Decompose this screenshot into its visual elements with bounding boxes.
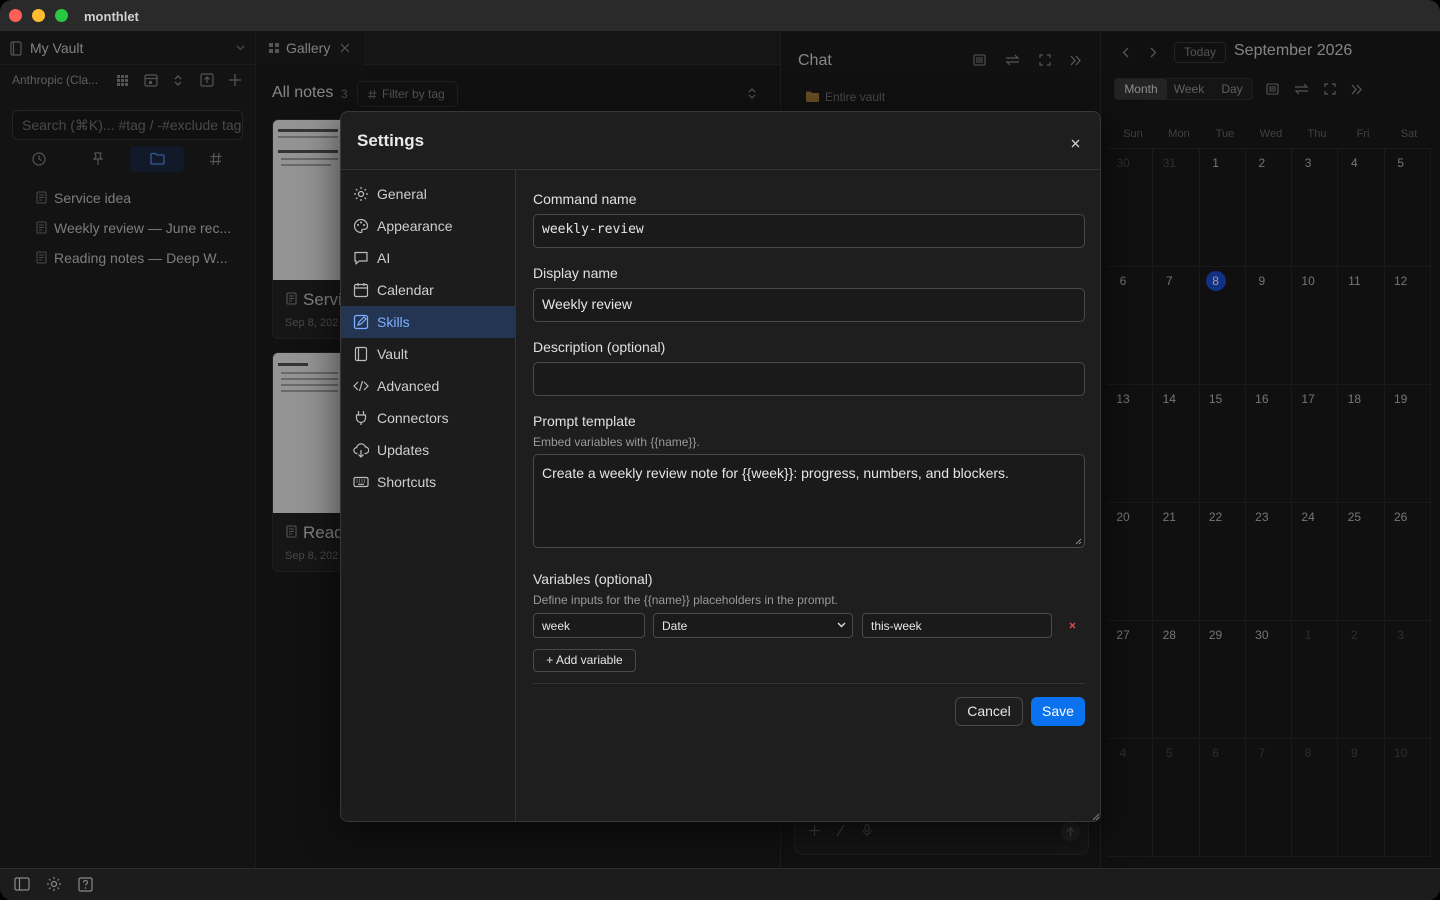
- nav-item-shortcuts[interactable]: Shortcuts: [341, 466, 516, 498]
- prompt-template-hint: Embed variables with {{name}}.: [533, 435, 700, 449]
- download-cloud-icon: [353, 442, 369, 458]
- nav-label: Appearance: [377, 218, 453, 234]
- command-name-label: Command name: [533, 191, 637, 207]
- edit-square-icon: [353, 314, 369, 330]
- form-divider: [533, 683, 1085, 684]
- settings-nav: General Appearance AI Calendar Skills Va…: [341, 170, 516, 821]
- resize-handle-icon[interactable]: [1092, 813, 1100, 821]
- nav-label: Connectors: [377, 410, 449, 426]
- description-label: Description (optional): [533, 339, 666, 355]
- book-icon: [353, 346, 369, 362]
- description-field[interactable]: [533, 362, 1085, 396]
- title-bar: monthlet: [0, 0, 1440, 32]
- variables-hint: Define inputs for the {{name}} placehold…: [533, 593, 838, 607]
- command-name-field[interactable]: weekly-review: [533, 214, 1085, 248]
- nav-label: Updates: [377, 442, 430, 458]
- save-button[interactable]: Save: [1031, 697, 1085, 726]
- skill-form: Command name weekly-review Display name …: [533, 170, 1085, 821]
- nav-item-connectors[interactable]: Connectors: [341, 402, 516, 434]
- close-window-button[interactable]: [9, 9, 22, 22]
- gear-icon: [353, 186, 369, 202]
- gear-icon[interactable]: [46, 876, 62, 892]
- app-window: monthlet My Vault Anthropic (Cla... Sear…: [0, 0, 1440, 900]
- keyboard-icon: [353, 474, 369, 490]
- variable-name-field[interactable]: week: [533, 613, 645, 638]
- settings-dialog: Settings General Appearance AI Calendar: [340, 111, 1101, 822]
- nav-label: Skills: [377, 314, 410, 330]
- chat-bubble-icon: [353, 250, 369, 266]
- app-title: monthlet: [84, 9, 139, 24]
- nav-item-general[interactable]: General: [341, 178, 516, 210]
- code-icon: [353, 378, 369, 394]
- nav-item-appearance[interactable]: Appearance: [341, 210, 516, 242]
- help-icon[interactable]: [78, 877, 93, 892]
- sidebar-toggle-icon[interactable]: [14, 877, 30, 891]
- nav-item-vault[interactable]: Vault: [341, 338, 516, 370]
- nav-label: Shortcuts: [377, 474, 437, 490]
- variable-type-value: Date: [662, 619, 688, 633]
- palette-icon: [353, 218, 369, 234]
- prompt-template-textarea[interactable]: Create a weekly review note for {{week}}…: [533, 454, 1085, 548]
- calendar-icon: [353, 282, 369, 298]
- display-name-field[interactable]: Weekly review: [533, 288, 1085, 322]
- nav-item-advanced[interactable]: Advanced: [341, 370, 516, 402]
- zoom-window-button[interactable]: [55, 9, 68, 22]
- variables-label: Variables (optional): [533, 571, 653, 587]
- close-icon[interactable]: [1065, 133, 1085, 153]
- bottom-bar: [0, 868, 1440, 900]
- variable-type-select[interactable]: Date: [653, 613, 853, 638]
- prompt-template-label: Prompt template: [533, 413, 636, 429]
- chevron-down-icon: [837, 622, 846, 628]
- nav-label: Vault: [377, 346, 408, 362]
- nav-label: General: [377, 186, 427, 202]
- nav-item-ai[interactable]: AI: [341, 242, 516, 274]
- add-variable-button[interactable]: + Add variable: [533, 649, 636, 672]
- variable-default-field[interactable]: this-week: [862, 613, 1052, 638]
- dialog-header: Settings: [341, 112, 1100, 170]
- nav-label: Calendar: [377, 282, 434, 298]
- plug-icon: [353, 410, 369, 426]
- nav-label: AI: [377, 250, 391, 266]
- nav-item-updates[interactable]: Updates: [341, 434, 516, 466]
- nav-item-skills[interactable]: Skills: [341, 306, 516, 338]
- nav-label: Advanced: [377, 378, 440, 394]
- display-name-label: Display name: [533, 265, 618, 281]
- cancel-button[interactable]: Cancel: [955, 697, 1023, 726]
- nav-item-calendar[interactable]: Calendar: [341, 274, 516, 306]
- resize-handle-icon[interactable]: [1075, 538, 1082, 545]
- remove-variable-icon[interactable]: [1069, 622, 1076, 629]
- minimize-window-button[interactable]: [32, 9, 45, 22]
- dialog-title: Settings: [357, 131, 425, 150]
